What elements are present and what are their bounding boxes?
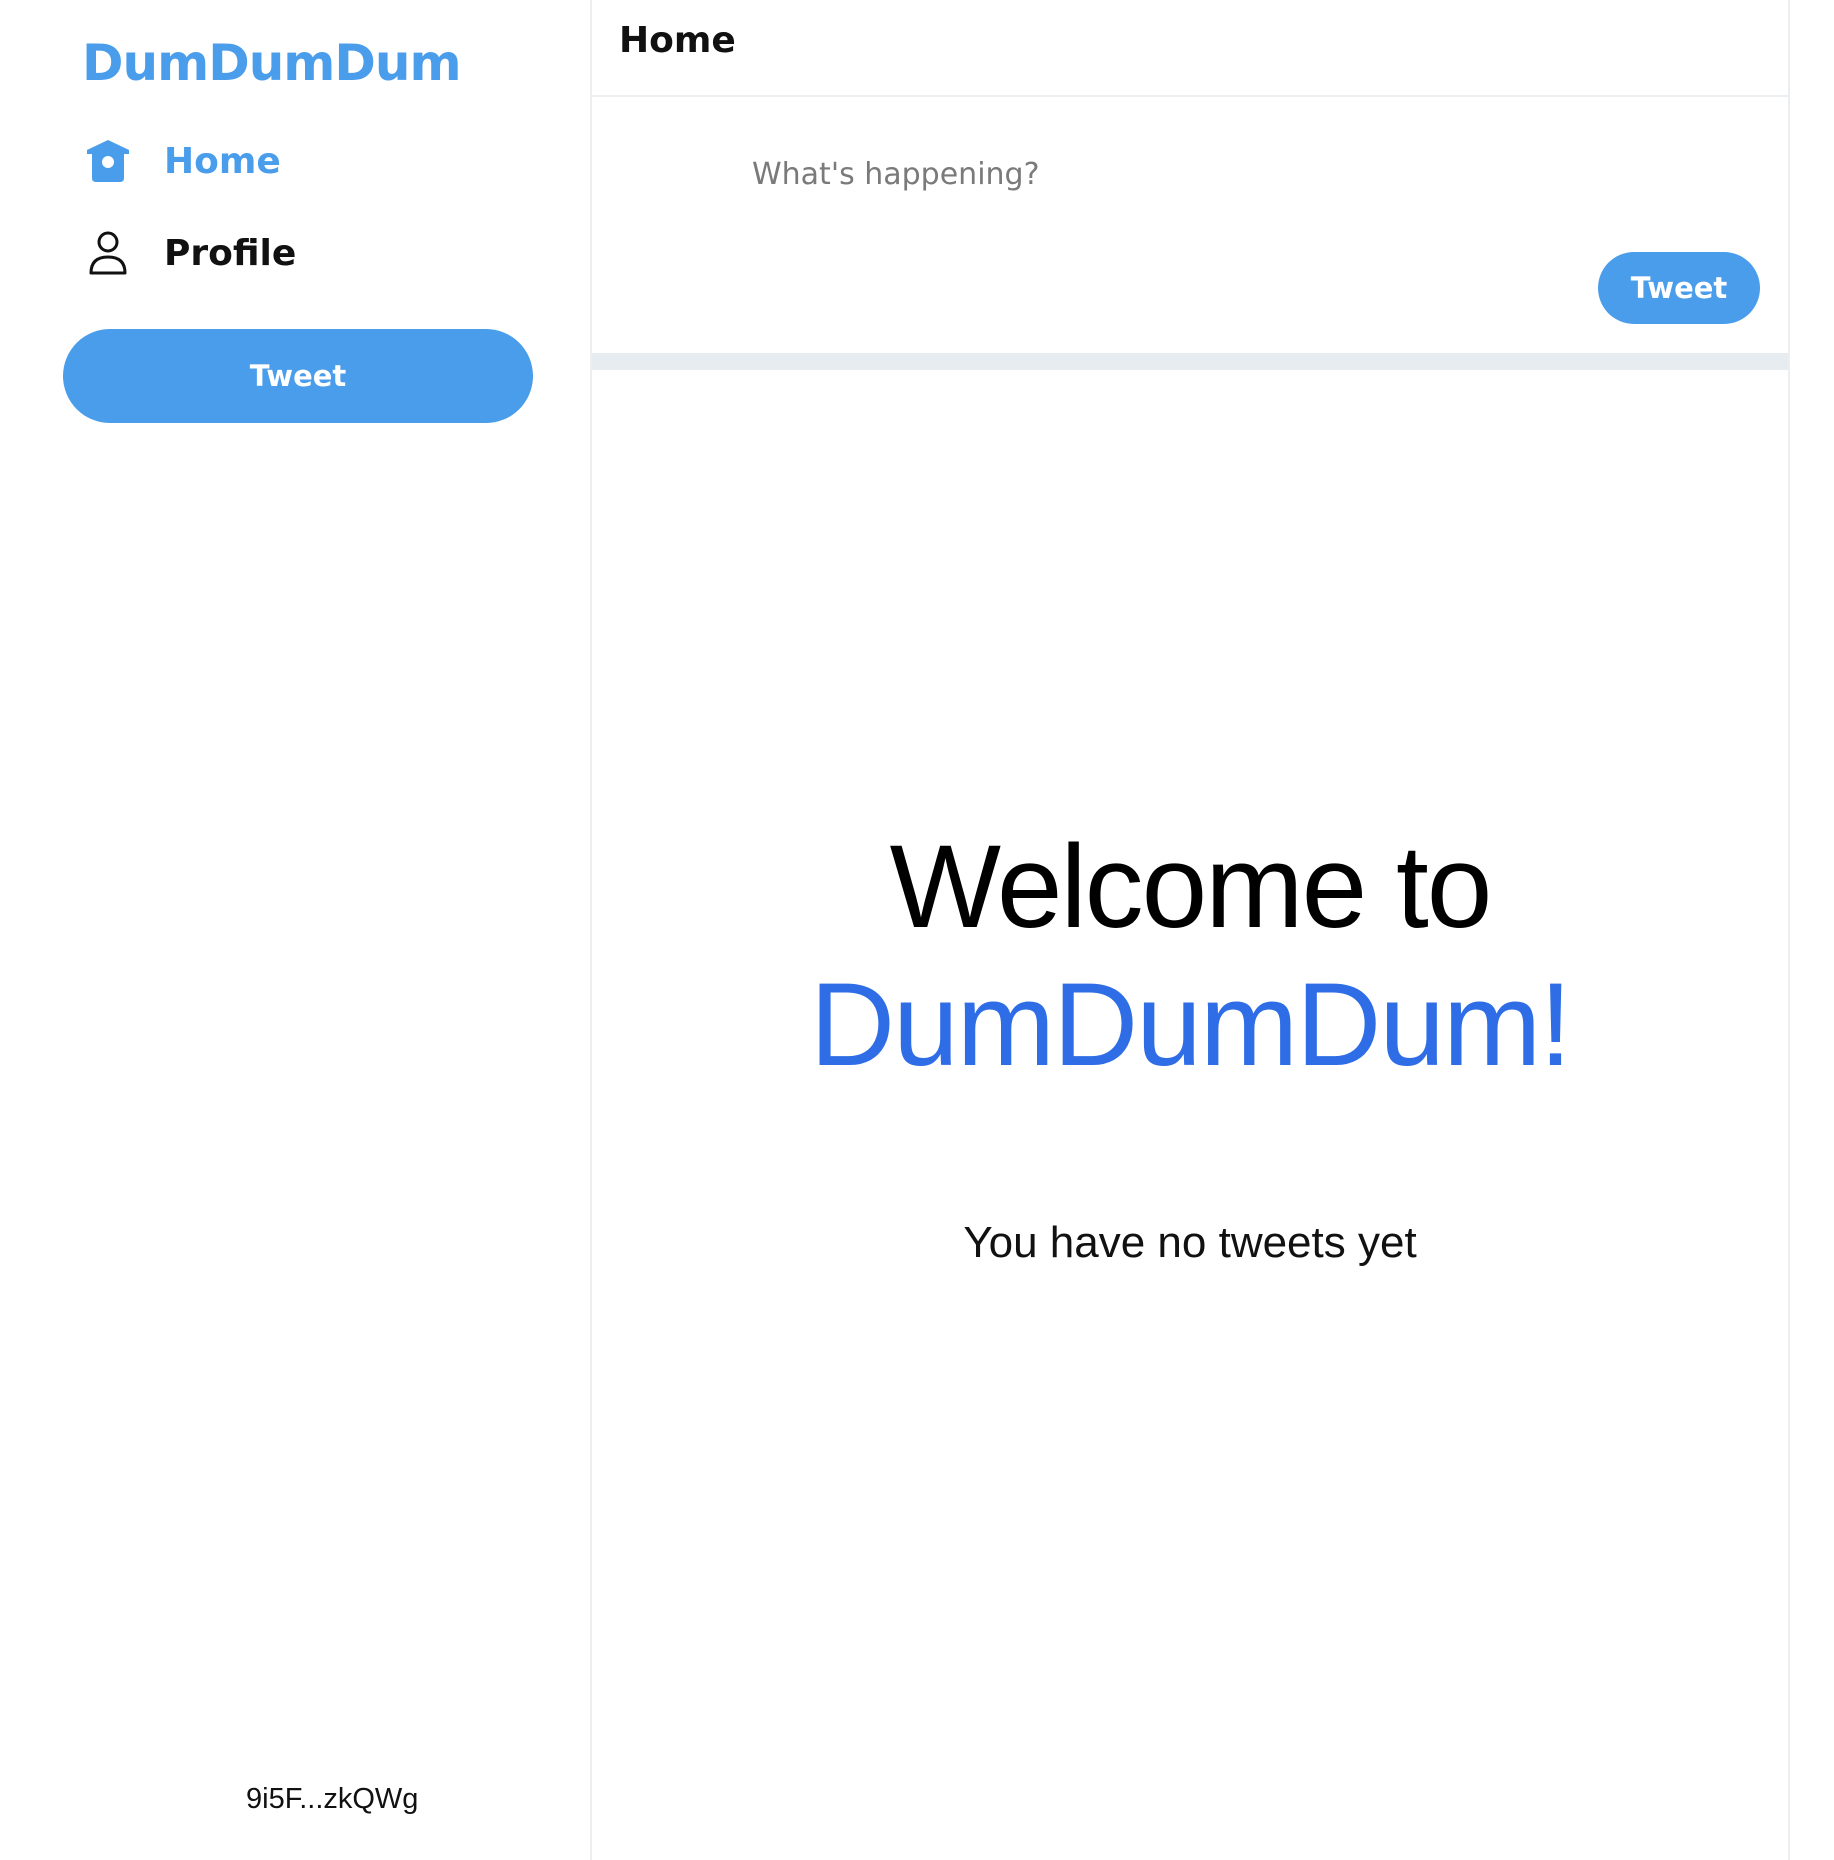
main-header: Home bbox=[592, 0, 1788, 97]
user-icon bbox=[82, 227, 134, 279]
main-column: Home Tweet Welcome to DumDumDum! You hav… bbox=[592, 0, 1790, 1860]
welcome-brand: DumDumDum! bbox=[809, 959, 1572, 1091]
sidebar: DumDumDum Home Profile Tweet 9i5F...zkQW… bbox=[0, 0, 592, 1860]
sidebar-item-home[interactable]: Home bbox=[82, 131, 281, 191]
welcome-heading: Welcome to DumDumDum! bbox=[592, 818, 1788, 1094]
composer-tweet-button[interactable]: Tweet bbox=[1598, 252, 1760, 324]
empty-feed-message: You have no tweets yet bbox=[963, 1218, 1417, 1267]
home-icon bbox=[82, 135, 134, 187]
welcome-line: Welcome to bbox=[889, 821, 1493, 953]
tweet-input[interactable] bbox=[752, 149, 1732, 199]
sidebar-item-label: Home bbox=[164, 140, 281, 182]
sidebar-tweet-button[interactable]: Tweet bbox=[63, 329, 533, 423]
page-title: Home bbox=[619, 20, 736, 61]
tweet-composer: Tweet bbox=[592, 97, 1788, 353]
account-id[interactable]: 9i5F...zkQWg bbox=[246, 1783, 418, 1816]
section-divider bbox=[592, 353, 1788, 370]
brand-logo-text[interactable]: DumDumDum bbox=[82, 34, 462, 92]
sidebar-item-label: Profile bbox=[164, 232, 297, 274]
sidebar-item-profile[interactable]: Profile bbox=[82, 223, 296, 283]
